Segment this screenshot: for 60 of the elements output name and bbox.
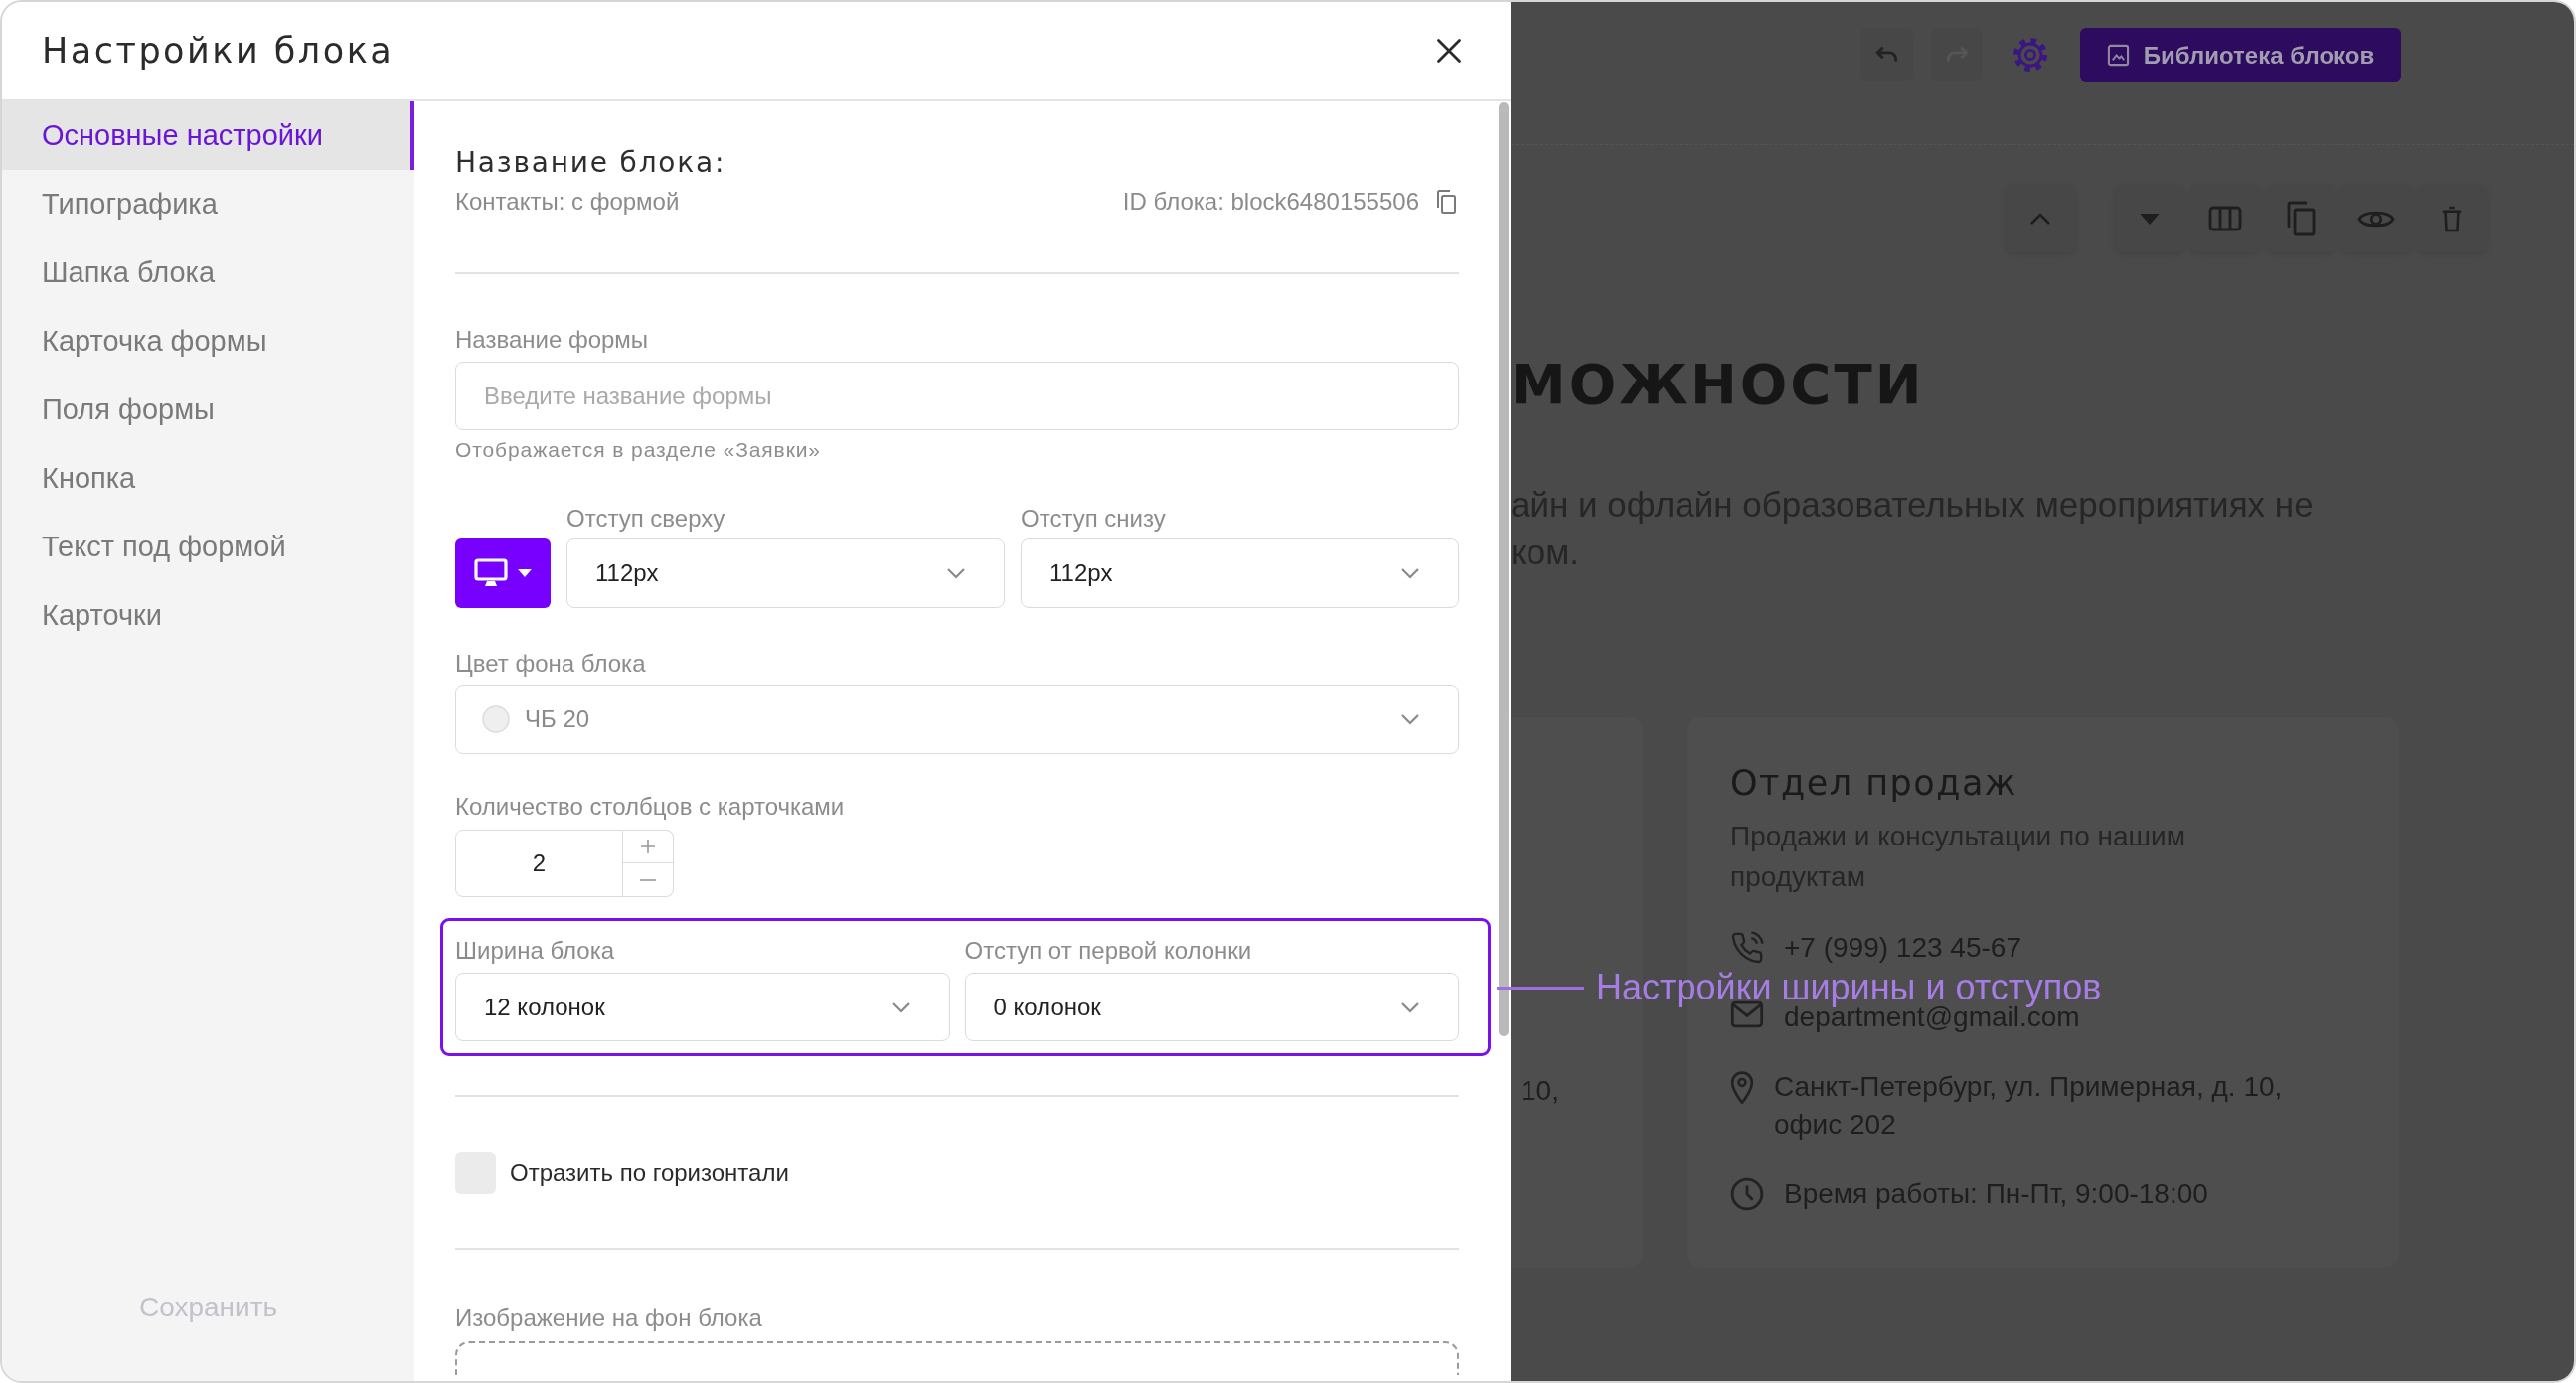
column-offset-dropdown[interactable]: 0 колонок [964,973,1459,1041]
block-name-heading: Название блока: [455,145,727,181]
close-icon [1435,37,1463,65]
field-label: Ширина блока [455,936,616,966]
image-drop-zone[interactable] [455,1341,1459,1375]
sidebar-item[interactable]: Текст под формой [2,513,414,581]
caret-down-icon [2140,213,2160,225]
chevron-down-icon [1400,567,1420,579]
color-swatch-icon [482,705,510,733]
trash-icon [2441,205,2463,232]
plus-icon [640,839,656,854]
minus-icon [640,878,656,881]
annotation-label: Настройки ширины и отступов [1596,970,2102,1005]
sidebar-item[interactable]: Карточка формы [2,307,414,376]
clock-icon [1730,1177,1764,1211]
sidebar-item[interactable]: Кнопка [2,444,414,513]
field-label: Изображение на фон блока [455,1304,763,1333]
dialog-title: Настройки блока [42,31,395,71]
form-name-input[interactable]: Введите название формы [455,362,1459,430]
caret-down-icon [518,569,532,577]
field-label: Название формы [455,325,650,355]
block-id-text: ID блока: block6480155506 [1122,187,1419,217]
block-library-button[interactable]: Библиотека блоков [2080,28,2401,82]
field-label: Отступ сверху [566,504,726,534]
sidebar-item[interactable]: Типографика [2,170,414,238]
decrement-button[interactable] [623,863,674,897]
field-label: Цвет фона блока [455,649,647,679]
background-color-dropdown[interactable]: ЧБ 20 [455,685,1459,754]
copy-icon[interactable] [1435,189,1457,215]
bottom-spacing-dropdown[interactable]: 112px [1021,538,1459,608]
sidebar-item[interactable]: Поля формы [2,376,414,444]
monitor-icon [474,558,508,588]
increment-button[interactable] [623,830,674,863]
top-spacing-dropdown[interactable]: 112px [566,538,1005,608]
pin-icon [1730,1070,1754,1104]
field-label: Отступ от первой колонки [964,936,1253,966]
phone-icon [1730,931,1764,965]
scrollbar-thumb[interactable] [1499,102,1509,1036]
chevron-down-icon [1400,1000,1420,1013]
sidebar-item[interactable]: Шапка блока [2,238,414,307]
chevron-down-icon [1400,713,1420,725]
field-label: Отступ снизу [1021,504,1167,534]
block-width-dropdown[interactable]: 12 колонок [455,973,950,1041]
copy-icon [2286,201,2316,236]
block-name-value: Контакты: с формой [455,187,680,217]
settings-icon[interactable] [2012,37,2048,73]
checkbox-label: Отразить по горизонтали [510,1159,789,1187]
field-label: Количество столбцов с карточками [455,792,846,822]
columns-count-input[interactable]: 2 [455,830,623,897]
sidebar-item[interactable]: Карточки [2,581,414,650]
device-button[interactable] [455,538,551,608]
dropdown-value: ЧБ 20 [525,705,590,733]
image-icon [2106,44,2130,67]
chevron-down-icon [890,1000,911,1013]
chevron-down-icon [946,567,966,579]
chevron-up-icon [2028,212,2052,226]
field-hint: Отображается в разделе «Заявки» [455,437,822,463]
sidebar-item[interactable]: Основные настройки [2,101,414,170]
close-button[interactable] [1435,37,1463,65]
columns-icon [2208,206,2242,231]
